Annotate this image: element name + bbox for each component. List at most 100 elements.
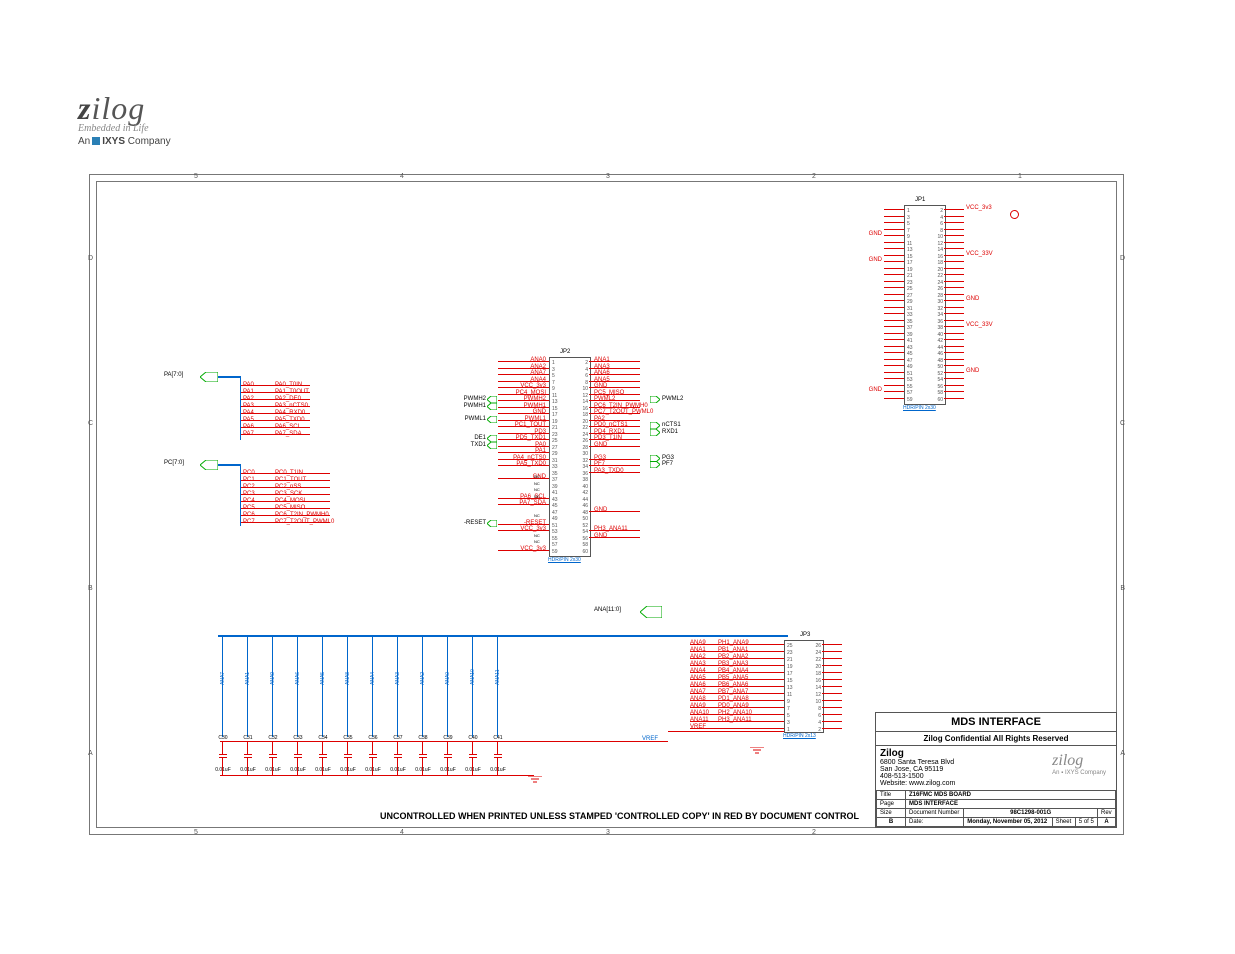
pin-num: 49	[552, 516, 558, 522]
tb-cell: Document Number	[906, 809, 964, 818]
logo-block: zilog Embedded in Life AnIXYS Company	[78, 90, 171, 147]
zone-side: D	[1120, 255, 1125, 262]
pin-num: 45	[907, 351, 913, 357]
pin-num: 56	[937, 384, 943, 390]
jp2-right-sig: PA2	[594, 416, 605, 422]
port-arrow-icon	[640, 606, 662, 618]
tb-sheetn: 5	[1079, 819, 1082, 825]
disclaimer-text: UNCONTROLLED WHEN PRINTED UNLESS STAMPED…	[380, 811, 859, 821]
jp2-left-sig: PA0	[490, 442, 546, 448]
jp2-right-sig: PA3_TXD0	[594, 468, 624, 474]
stub	[884, 359, 904, 360]
bus-vert	[240, 464, 241, 526]
zone-bot: 5	[194, 829, 198, 836]
zone-top: 2	[812, 173, 816, 180]
cap-lead	[247, 763, 248, 775]
tb-of: of	[1084, 819, 1089, 825]
stub	[944, 268, 964, 269]
pin-num: 3	[552, 367, 555, 373]
capacitor	[369, 749, 377, 763]
jp2-left-sig: PA7_SDA	[490, 500, 546, 506]
jp2-right-sig: PH3_ANA11	[594, 526, 628, 532]
stub	[884, 229, 904, 230]
stub	[944, 320, 964, 321]
pin-num: 17	[787, 671, 793, 677]
jp3-map: PB4_ANA4	[718, 668, 748, 674]
jp2-left-port: PWMH1	[446, 403, 486, 409]
pin-num: 12	[937, 241, 943, 247]
pin-num: 53	[552, 529, 558, 535]
stub	[884, 320, 904, 321]
pin-num: 54	[582, 529, 588, 535]
cap-val: 0.01uF	[387, 767, 409, 773]
pin-num: 25	[907, 286, 913, 292]
pin-num: 60	[582, 549, 588, 555]
cap-ref: C39	[437, 735, 459, 741]
tb-cell: Date:	[906, 818, 964, 827]
ana-drop-label: ANA8	[345, 672, 351, 685]
pin-num: 16	[582, 406, 588, 412]
stub	[884, 222, 904, 223]
ana-drop	[272, 637, 273, 737]
stub	[944, 235, 964, 236]
ixys-line: AnIXYS Company	[78, 136, 171, 147]
pa-func: PA0_T0IN	[275, 382, 302, 388]
cap-lead	[347, 763, 348, 775]
ana-drop-label: ANA1	[245, 672, 251, 685]
pin-num: 22	[815, 657, 821, 663]
net-wire	[822, 672, 842, 673]
pin-num: 2	[585, 360, 588, 366]
cap-ref: C37	[387, 735, 409, 741]
jp2-left-port: PWML1	[446, 416, 486, 422]
capacitor	[219, 749, 227, 763]
pin-num: 59	[907, 397, 913, 403]
zone-side: B	[1120, 585, 1125, 592]
pin-num: 4	[818, 720, 821, 726]
jp3-map: PD0_ANA9	[718, 703, 749, 709]
jp2-left-sig: PA1	[490, 448, 546, 454]
stub	[884, 352, 904, 353]
page: zilog Embedded in Life AnIXYS Company 5 …	[0, 0, 1235, 954]
jp2-left-sig: -RESET	[490, 520, 546, 526]
pa-pin: PA4	[243, 410, 254, 416]
stub	[884, 346, 904, 347]
jp2-left-sig: VCC_3v3	[490, 546, 546, 552]
pin-num: 19	[907, 267, 913, 273]
pin-num: 4	[585, 367, 588, 373]
nc-label: NC	[534, 494, 540, 499]
pin-num: 35	[552, 471, 558, 477]
stub	[884, 261, 904, 262]
stub	[884, 300, 904, 301]
pin-num: 9	[787, 699, 790, 705]
jp2-left-port: -RESET	[446, 520, 486, 526]
net-wire	[822, 644, 842, 645]
tb-web: Website: www.zilog.com	[880, 780, 1112, 787]
stub	[944, 333, 964, 334]
pin-num: 8	[940, 228, 943, 234]
pin-num: 54	[937, 377, 943, 383]
pc-pin: PC1	[243, 477, 255, 483]
pin-num: 24	[582, 432, 588, 438]
stub	[944, 372, 964, 373]
ana-drop-label: ANA5	[320, 672, 326, 685]
stub	[884, 209, 904, 210]
nc-label: NC	[534, 513, 540, 518]
bus-wire	[218, 464, 240, 466]
pin-num: 28	[937, 293, 943, 299]
stub	[884, 391, 904, 392]
stub	[944, 300, 964, 301]
pin-num: 11	[787, 692, 792, 698]
jp2-left-sig: ANA2	[490, 364, 546, 370]
nc-label: NC	[534, 533, 540, 538]
pc-pin: PC0	[243, 470, 255, 476]
pin-num: 41	[552, 490, 558, 496]
cap-lead	[347, 741, 348, 749]
title-block: MDS INTERFACE Zilog Confidential All Rig…	[875, 712, 1117, 828]
ana-drop-label: ANA10	[470, 669, 476, 685]
jp2-left-sig: PWML1	[490, 416, 546, 422]
pin-num: 39	[907, 332, 913, 338]
nc-label: NC	[534, 487, 540, 492]
pin-num: 3	[907, 215, 910, 221]
capacitor	[269, 749, 277, 763]
capacitor	[319, 749, 327, 763]
